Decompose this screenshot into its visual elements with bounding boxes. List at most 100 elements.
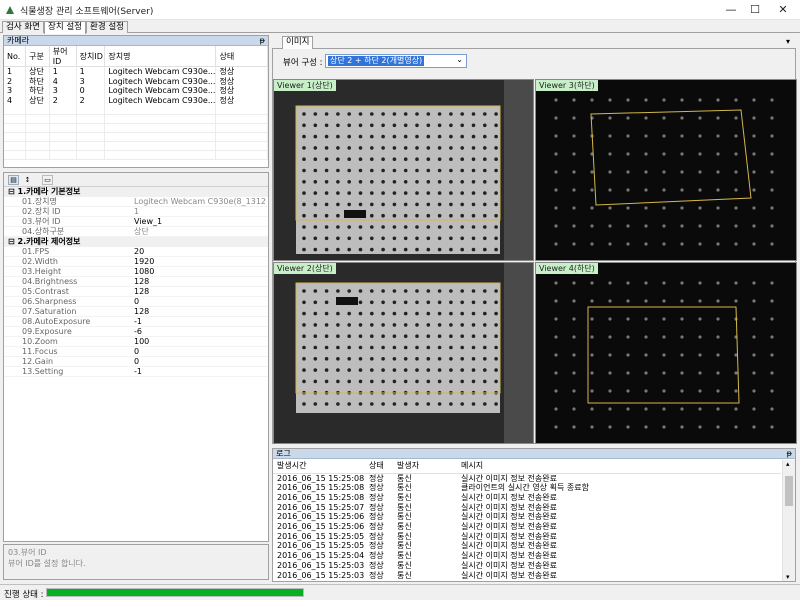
viewer-config-select[interactable]: 상단 2 + 하단 2(개별영상) ⌄ [325, 54, 467, 68]
property-row[interactable]: 02.Width 1920 [4, 257, 268, 267]
property-row[interactable]: 06.Sharpness 0 [4, 297, 268, 307]
property-value[interactable]: 0 [134, 357, 266, 367]
tab-dropdown-icon[interactable]: ▾ [786, 37, 790, 46]
property-value[interactable]: 1080 [134, 267, 266, 277]
col-viewer-id[interactable]: 뷰어ID [49, 46, 77, 67]
log-row[interactable]: 2016_06_15 15:25:05,648 정상 통신 실시간 이미지 정보 전송… [273, 532, 781, 542]
pot-hole-mark [483, 191, 487, 195]
pot-hole-mark [590, 407, 594, 411]
tab-inspection[interactable]: 검사 화면 [2, 21, 44, 33]
table-row[interactable]: 1 상단 1 1 Logitech Webcam C930e... 정상 [4, 66, 268, 77]
viewer-3[interactable]: Viewer 3(하단) [535, 79, 797, 261]
pin-icon[interactable]: ᵽ [260, 36, 265, 46]
property-row[interactable]: 05.Contrast 128 [4, 287, 268, 297]
tab-device-settings[interactable]: 장치 설정 [44, 21, 86, 34]
viewer-2[interactable]: Viewer 2(상단) [273, 262, 534, 444]
pot-hole-mark [381, 123, 385, 128]
scroll-up-icon[interactable]: ▴ [786, 460, 790, 468]
property-value[interactable]: 128 [134, 277, 266, 287]
col-device-id[interactable]: 장치ID [76, 46, 106, 67]
camera-feed-image [274, 80, 533, 260]
property-value[interactable]: 1920 [134, 257, 266, 267]
col-time[interactable]: 발생시간 [273, 459, 365, 474]
log-row[interactable]: 2016_06_15 15:25:06,818 정상 통신 실시간 이미지 정보 전송… [273, 512, 781, 522]
property-value[interactable]: 100 [134, 337, 266, 347]
pot-hole-mark [313, 202, 318, 207]
log-row[interactable]: 2016_06_15 15:25:08,558 정상 통신 실시간 이미지 정보 전송… [273, 473, 781, 483]
tab-environment-settings[interactable]: 환경 설정 [86, 21, 128, 33]
property-key: 03.뷰어 ID [22, 217, 61, 226]
pot-hole-mark [426, 402, 431, 406]
close-button[interactable]: ✕ [766, 0, 800, 20]
col-device-name[interactable]: 장치명 [104, 46, 217, 67]
col-type[interactable]: 구분 [25, 46, 50, 67]
property-row[interactable]: 09.Exposure -6 [4, 327, 268, 337]
property-value[interactable]: View_1 [134, 217, 266, 227]
property-value[interactable]: 128 [134, 307, 266, 317]
property-value[interactable]: -1 [134, 317, 266, 327]
col-state[interactable]: 상태 [365, 459, 393, 474]
property-row[interactable]: 08.AutoExposure -1 [4, 317, 268, 327]
log-row[interactable]: 2016_06_15 15:25:06,285 정상 통신 실시간 이미지 정보 전송… [273, 522, 781, 532]
property-row[interactable]: 03.뷰어 ID View_1 [4, 217, 268, 227]
log-row[interactable]: 2016_06_15 15:25:05,119 정상 통신 실시간 이미지 정보 전송… [273, 541, 781, 551]
property-row[interactable]: 11.Focus 0 [4, 347, 268, 357]
pot-hole-mark [460, 146, 464, 150]
camera-panel-header: 카메라 ᵽ [4, 36, 268, 46]
pot-hole-mark [347, 379, 351, 384]
pot-hole-mark [358, 247, 363, 252]
property-row[interactable]: 10.Zoom 100 [4, 337, 268, 347]
property-row[interactable]: 12.Gain 0 [4, 357, 268, 367]
alphabetical-sort-icon[interactable]: ↕ [22, 175, 33, 185]
property-value[interactable]: 0 [134, 297, 266, 307]
pot-hole-mark [313, 379, 318, 384]
log-row[interactable]: 2016_06_15 15:25:04,504 정상 통신 실시간 이미지 정보 전송… [273, 551, 781, 561]
pot-hole-mark [449, 202, 453, 207]
log-row[interactable]: 2016_06_15 15:25:08,306 정상 통신 클라이언트의 실시간 영상… [273, 483, 781, 493]
scrollbar-thumb[interactable] [785, 476, 793, 506]
pot-hole-mark [324, 379, 329, 384]
pot-hole-mark [716, 134, 720, 138]
log-row[interactable]: 2016_06_15 15:25:03,889 정상 통신 실시간 이미지 정보 전송… [273, 561, 781, 571]
property-row[interactable]: 04.상하구분 상단 [4, 227, 268, 237]
viewer-1[interactable]: Viewer 1(상단) [273, 79, 534, 261]
property-category[interactable]: ⊟ 1.카메라 기본정보 [4, 187, 268, 197]
property-value[interactable]: 128 [134, 287, 266, 297]
table-row[interactable]: 2 하단 4 3 Logitech Webcam C930e... 정상 [4, 76, 268, 86]
pot-hole-mark [415, 225, 419, 229]
property-row[interactable]: 01.FPS 20 [4, 247, 268, 257]
pot-hole-mark [347, 112, 351, 116]
pot-hole-mark [449, 300, 453, 305]
property-value[interactable]: -6 [134, 327, 266, 337]
pot-hole-mark [336, 146, 340, 150]
pot-hole-mark [336, 112, 340, 116]
property-pages-icon[interactable]: ▭ [42, 175, 53, 185]
col-no[interactable]: No. [4, 46, 27, 67]
col-message[interactable]: 메시지 [457, 459, 781, 474]
property-value[interactable]: 20 [134, 247, 266, 257]
table-row[interactable]: 3 하단 3 0 Logitech Webcam C930e... 정상 [4, 86, 268, 96]
pin-icon[interactable]: ᵽ [787, 449, 792, 459]
log-row[interactable]: 2016_06_15 15:25:07,446 정상 통신 실시간 이미지 정보 전송… [273, 503, 781, 513]
log-row[interactable]: 2016_06_15 15:25:03,299 정상 통신 실시간 이미지 정보 전송… [273, 571, 781, 581]
table-row[interactable]: 4 상단 2 2 Logitech Webcam C930e... 정상 [4, 95, 268, 105]
property-row[interactable]: 01.장치명 Logitech Webcam C930e(8_1312880... [4, 197, 268, 207]
property-row[interactable]: 07.Saturation 128 [4, 307, 268, 317]
property-row[interactable]: 02.장치 ID 1 [4, 207, 268, 217]
col-source[interactable]: 발생자 [393, 459, 457, 474]
categorized-sort-icon[interactable]: ▤ [8, 175, 19, 185]
col-status[interactable]: 상태 [215, 46, 268, 67]
log-row[interactable]: 2016_06_15 15:25:08,004 정상 통신 실시간 이미지 정보 전송… [273, 493, 781, 503]
property-row[interactable]: 03.Height 1080 [4, 267, 268, 277]
property-row[interactable]: 04.Brightness 128 [4, 277, 268, 287]
property-category[interactable]: ⊟ 2.카메라 제어정보 [4, 237, 268, 247]
viewer-4[interactable]: Viewer 4(하단) [535, 262, 797, 444]
scroll-down-icon[interactable]: ▾ [786, 573, 790, 581]
property-row[interactable]: 13.Setting -1 [4, 367, 268, 377]
property-value[interactable]: -1 [134, 367, 266, 377]
pot-hole-mark [752, 371, 756, 375]
tab-image[interactable]: 이미지 [282, 36, 314, 49]
property-value[interactable]: 0 [134, 347, 266, 357]
pot-hole-mark [770, 317, 774, 321]
log-scrollbar[interactable]: ▴ ▾ [782, 460, 795, 581]
